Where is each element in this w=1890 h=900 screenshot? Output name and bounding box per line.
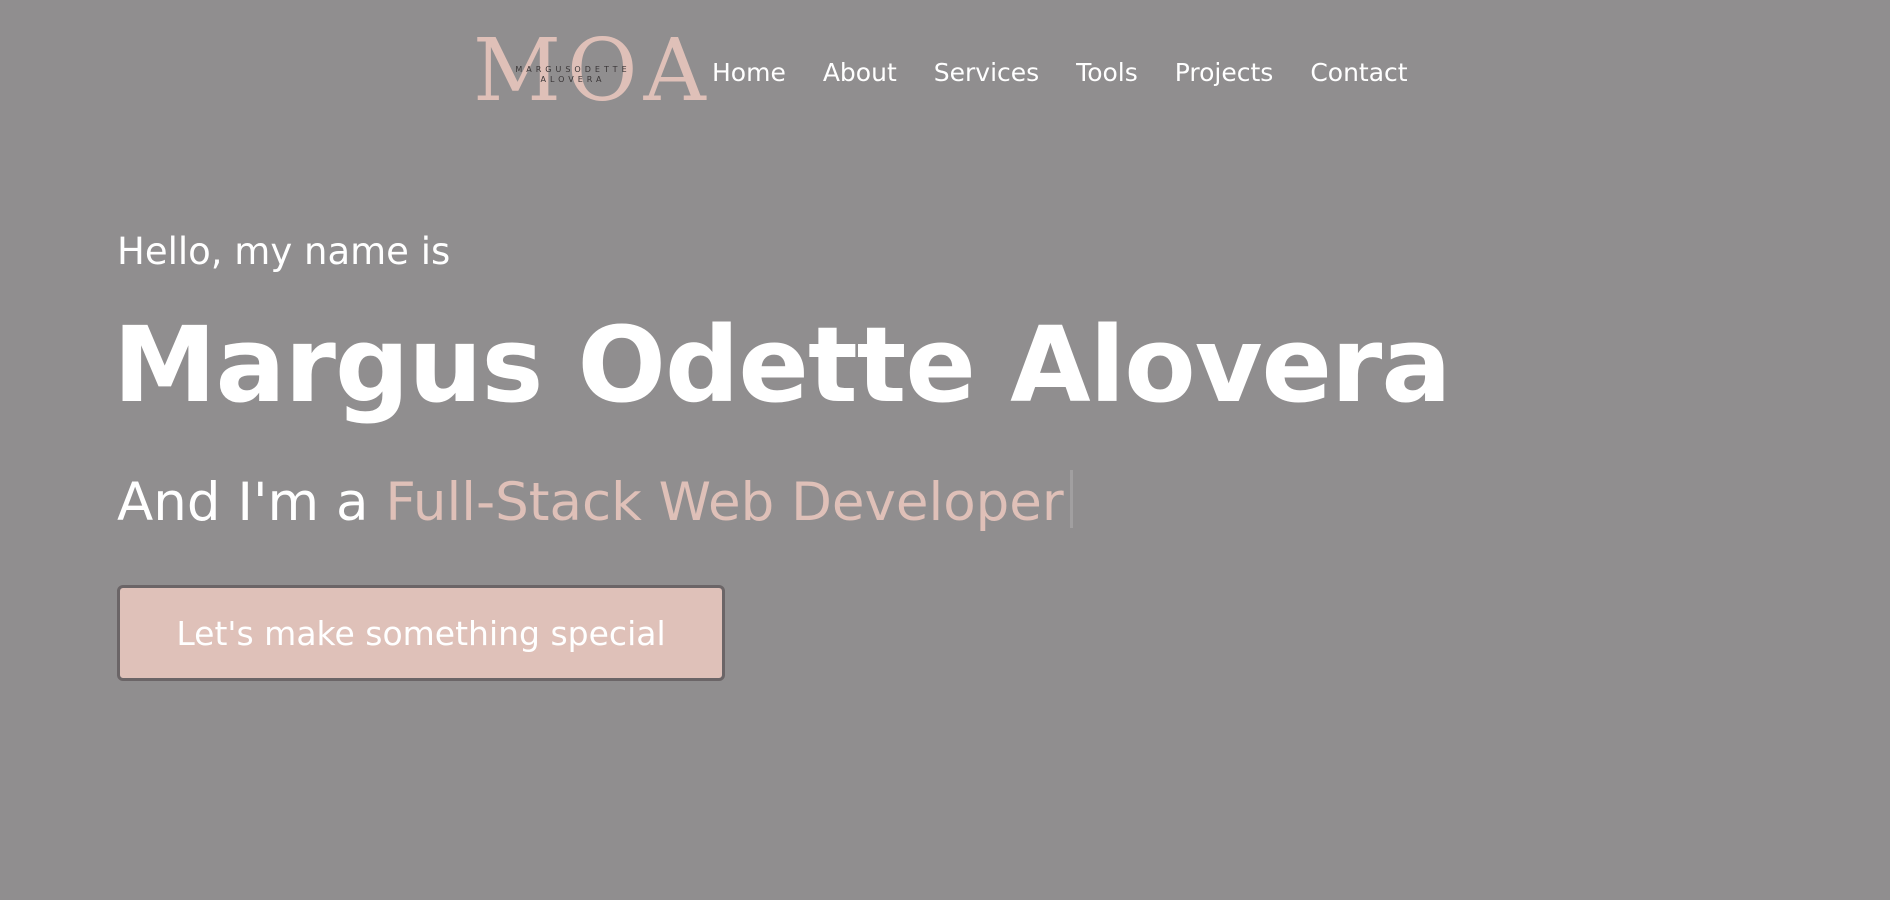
nav-item-home[interactable]: Home — [712, 55, 786, 91]
typing-cursor — [1069, 470, 1073, 528]
hero-role: And I'm a Full-Stack Web Developer — [117, 470, 1073, 535]
nav-item-about[interactable]: About — [823, 55, 897, 91]
hero-name: Margus Odette Alovera — [113, 304, 1451, 426]
logo-text-line-2: ALOVERA — [540, 75, 606, 84]
nav-item-tools[interactable]: Tools — [1076, 55, 1138, 91]
role-highlight: Full-Stack Web Developer — [385, 472, 1064, 533]
site-logo[interactable]: MOA MARGUSODETTE ALOVERA — [473, 28, 706, 114]
nav-item-projects[interactable]: Projects — [1175, 55, 1274, 91]
cta-button[interactable]: Let's make something special — [117, 585, 725, 681]
logo-text-line-1: MARGUSODETTE — [515, 65, 631, 74]
role-prefix: And I'm a — [117, 472, 386, 533]
nav-item-contact[interactable]: Contact — [1310, 55, 1407, 91]
nav-item-services[interactable]: Services — [934, 55, 1039, 91]
hero-intro: Hello, my name is — [117, 230, 451, 273]
site-header: MOA MARGUSODETTE ALOVERA Home About Serv… — [0, 0, 1890, 150]
main-nav: Home About Services Tools Projects Conta… — [712, 55, 1408, 91]
